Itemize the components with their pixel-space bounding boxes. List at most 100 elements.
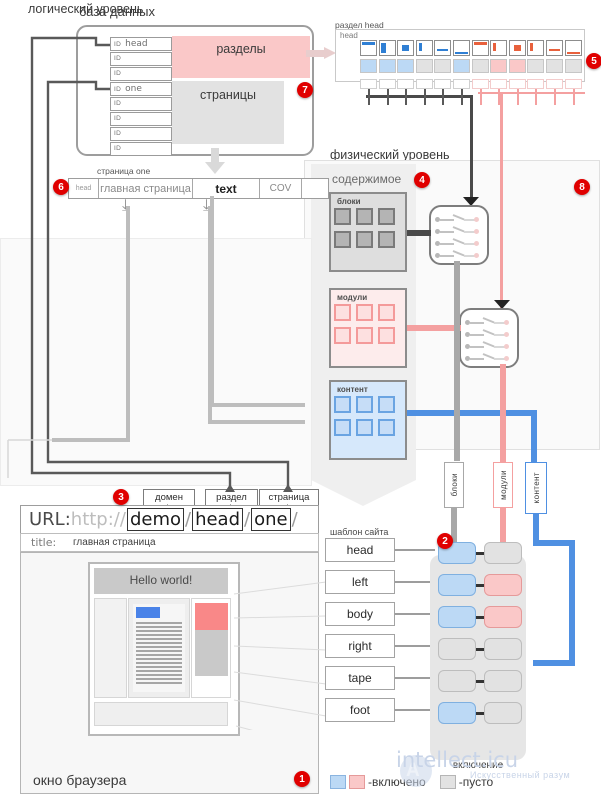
head-thumbnail[interactable]: [415, 40, 433, 56]
head-tick-stub: [368, 89, 370, 105]
title-label: title:: [31, 536, 57, 549]
mock-text-line: [136, 662, 182, 664]
template-row-tape[interactable]: tape: [325, 666, 395, 690]
head-thumbnail[interactable]: [378, 40, 396, 56]
page-one-row[interactable]: head главная страница text COV: [68, 178, 329, 199]
content-cell: [334, 304, 351, 321]
head-thumbnail[interactable]: [564, 40, 582, 56]
db-id-row[interactable]: ID one: [110, 82, 172, 96]
head-thumbnail[interactable]: [508, 40, 526, 56]
head-state-cell[interactable]: [360, 59, 377, 73]
db-id-row[interactable]: ID head: [110, 37, 172, 51]
mock-text-line: [136, 658, 182, 660]
db-id-row[interactable]: ID: [110, 97, 172, 111]
pipe-label-kontent-text: контент: [531, 472, 541, 504]
head-tick-stub: [572, 89, 575, 105]
page-one-cell[interactable]: text: [193, 179, 260, 198]
badge-7: 7: [297, 82, 313, 98]
mock-text-line: [136, 670, 182, 672]
db-id-row[interactable]: ID: [110, 127, 172, 141]
pipe-blue-top-cap: [533, 540, 575, 546]
content-cell: [334, 396, 351, 413]
db-row-name: one: [125, 84, 142, 94]
head-state-cell[interactable]: [378, 59, 396, 73]
db-id-row[interactable]: ID: [110, 142, 172, 156]
template-row-foot[interactable]: foot: [325, 698, 395, 722]
template-switch-right-right[interactable]: [484, 638, 522, 660]
template-row-left[interactable]: left: [325, 570, 395, 594]
head-state-cell[interactable]: [527, 59, 545, 73]
template-switch-foot-right[interactable]: [484, 702, 522, 724]
template-row-right[interactable]: right: [325, 634, 395, 658]
page-one-cell[interactable]: [302, 179, 328, 198]
template-row-connector: [395, 645, 435, 647]
template-row-connector: [395, 677, 435, 679]
url-trailing-slash: /: [291, 509, 298, 530]
badge-2: 2: [437, 533, 453, 549]
content-title: содержимое: [332, 172, 402, 186]
template-switch-foot-left[interactable]: [438, 702, 476, 724]
mock-right-banner: [195, 603, 228, 630]
switch-top-down-line: [454, 261, 460, 461]
head-thumbnail[interactable]: [453, 40, 470, 56]
head-thumbnail[interactable]: [471, 40, 489, 56]
head-state-cell[interactable]: [564, 59, 582, 73]
page-one-cell[interactable]: COV: [260, 179, 302, 198]
template-switch-body-right[interactable]: [484, 606, 522, 628]
db-id-row[interactable]: ID: [110, 67, 172, 81]
head-connector-cell: [360, 79, 377, 89]
template-switch-body-left[interactable]: [438, 606, 476, 628]
head-tick-stub: [461, 89, 463, 105]
head-state-cell[interactable]: [490, 59, 508, 73]
template-row-body[interactable]: body: [325, 602, 395, 626]
pipe-label-kontent: контент: [525, 462, 547, 514]
head-state-cell[interactable]: [434, 59, 452, 73]
head-thumbnail[interactable]: [434, 40, 452, 56]
db-id-row[interactable]: ID: [110, 112, 172, 126]
content-cell: [334, 231, 351, 248]
legend-swatch-gray: [439, 775, 456, 789]
url-scheme: http://: [70, 509, 126, 530]
bus-pink-horizontal: [478, 92, 585, 94]
template-switch-tape-right[interactable]: [484, 670, 522, 692]
page-one-cell[interactable]: head: [69, 179, 99, 198]
url-tag-domain: домен: [143, 489, 195, 506]
template-row-head[interactable]: head: [325, 538, 395, 562]
template-switch-left-left[interactable]: [438, 574, 476, 596]
watermark-sub: Искусственный разум: [470, 770, 571, 780]
head-thumbnail[interactable]: [360, 40, 377, 56]
head-state-cell[interactable]: [453, 59, 470, 73]
pipe-label-bloki: блоки: [444, 462, 464, 508]
content-cell: [356, 304, 373, 321]
mock-foot-region: [94, 702, 228, 726]
head-section-inner-label: head: [340, 31, 358, 40]
template-switch-head-right[interactable]: [484, 542, 522, 564]
url-bar[interactable]: URL:http://demo / head / one /: [20, 505, 319, 535]
content-cell: [334, 208, 351, 225]
template-switch-tape-left[interactable]: [438, 670, 476, 692]
head-state-cell[interactable]: [397, 59, 415, 73]
db-id-row[interactable]: ID: [110, 52, 172, 66]
db-id-label: ID: [114, 130, 122, 137]
head-tick-stub: [386, 89, 389, 105]
badge-4: 4: [414, 172, 430, 188]
head-thumbnail[interactable]: [546, 40, 563, 56]
head-state-cell[interactable]: [471, 59, 489, 73]
head-connector-cell: [527, 79, 545, 89]
template-switch-right-left[interactable]: [438, 638, 476, 660]
mock-text-line: [136, 626, 182, 628]
head-state-cell[interactable]: [546, 59, 563, 73]
template-switch-left-right[interactable]: [484, 574, 522, 596]
title-bar: title: главная страница: [20, 533, 319, 552]
head-connector-cell: [397, 79, 415, 89]
head-connector-cell: [434, 79, 452, 89]
badge-8: 8: [574, 179, 590, 195]
head-thumbnail[interactable]: [490, 40, 508, 56]
head-thumbnail[interactable]: [527, 40, 545, 56]
head-state-cell[interactable]: [508, 59, 526, 73]
head-state-cell[interactable]: [415, 59, 433, 73]
head-thumbnail[interactable]: [397, 40, 415, 56]
legend-swatch-blue: [330, 775, 346, 789]
page-one-cell[interactable]: главная страница: [99, 179, 193, 198]
template-switch-bridge: [476, 680, 484, 683]
